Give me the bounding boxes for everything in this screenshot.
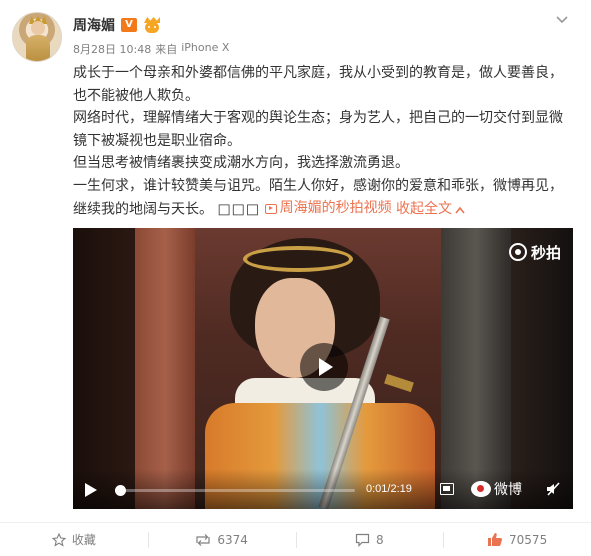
collapse-label: 收起全文 [396,201,453,218]
thumbs-up-icon [488,533,503,546]
video-link-icon [264,204,277,215]
post-paragraph-last: 一生何求，谁计较赞美与诅咒。陌生人你好，感谢你的爱意和乖张，微博再见，继续我的地… [73,175,573,221]
post-timestamp[interactable]: 8月28日 10:48 [73,41,151,57]
weibo-post-card: 周海媚 V 8月28日 10:48 来自 iPhone X 成长于一个母亲和外婆… [0,0,591,556]
chevron-up-icon [455,206,465,213]
miaopai-icon [508,243,527,261]
video-controls: 0:01/2:19 微博 [73,469,573,509]
collapse-full-text-link[interactable]: 收起全文 [396,198,465,221]
video-letterbox-left [73,228,135,509]
weibo-watermark: 微博 [471,479,522,499]
post-meta: 8月28日 10:48 来自 iPhone X [73,41,229,57]
avatar-face [31,21,45,35]
via-label: 来自 [155,43,178,56]
repost-button[interactable]: 6374 [147,523,296,556]
device-source[interactable]: iPhone X [181,41,229,57]
mute-icon[interactable] [545,481,561,497]
emoji-placeholders: □□□ [217,201,261,218]
author-row: 周海媚 V [73,14,161,36]
post-paragraph: 但当思考被情绪裹挟变成潮水方向，我选择激流勇退。 [73,155,409,171]
avatar-robe [26,35,50,61]
post-paragraph: 网络时代，理解情绪大于客观的舆论生态；身为艺人，把自己的一切交付到显微镜下被凝视… [73,110,563,149]
post-body: 成长于一个母亲和外婆都信佛的平凡家庭，我从小受到的教育是，做人要善良，也不能被他… [73,62,573,221]
miaopai-watermark: 秒拍 [508,240,561,264]
more-options-chevron-icon[interactable] [555,12,569,26]
play-icon[interactable] [85,483,99,497]
favorite-button[interactable]: 收藏 [0,523,148,556]
weibo-text: 微博 [494,482,522,498]
weibo-logo-icon [471,481,491,497]
center-play-button[interactable] [300,343,348,391]
progress-bar[interactable] [115,485,355,496]
video-player[interactable]: 秒拍 0:01/2:19 微博 [73,228,573,509]
fullscreen-icon[interactable] [440,483,454,495]
progress-knob[interactable] [115,485,127,496]
author-name[interactable]: 周海媚 [73,15,115,35]
star-icon [51,532,66,547]
like-button[interactable]: 70575 [443,523,591,556]
avatar[interactable] [12,12,62,62]
video-time: 0:01/2:19 [366,483,412,495]
member-crown-icon[interactable] [143,17,161,33]
verified-badge[interactable]: V [121,18,137,32]
video-link[interactable]: 周海媚的秒拍视频 [264,197,392,220]
comment-icon [355,533,370,547]
comment-count: 8 [376,532,384,547]
repost-count: 6374 [217,532,248,547]
like-count: 70575 [509,532,548,547]
comment-button[interactable]: 8 [295,523,444,556]
video-link-label: 周海媚的秒拍视频 [279,200,392,216]
video-letterbox-right [511,228,573,509]
post-paragraph: 成长于一个母亲和外婆都信佛的平凡家庭，我从小受到的教育是，做人要善良，也不能被他… [73,65,563,104]
repost-icon [196,533,210,546]
favorite-label: 收藏 [71,533,96,547]
post-actions-bar: 收藏 6374 8 70575 [0,522,591,556]
miaopai-text: 秒拍 [530,243,561,262]
